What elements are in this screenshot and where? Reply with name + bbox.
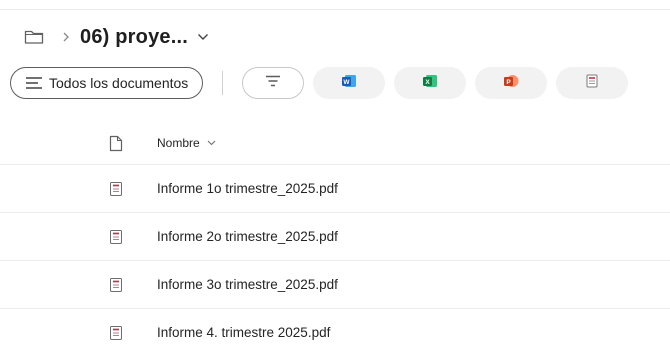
column-header-name[interactable]: Nombre [157,136,216,150]
list-item[interactable]: Informe 3o trimestre_2025.pdf [0,260,670,308]
pdf-filter-chip[interactable] [556,67,629,99]
powerpoint-filter-chip[interactable]: P [475,67,548,99]
filter-lines-icon [264,74,282,92]
chevron-down-icon [207,139,216,148]
menu-lines-icon [25,76,43,90]
toolbar-divider [222,71,224,95]
pdf-icon [586,74,598,93]
file-name[interactable]: Informe 3o trimestre_2025.pdf [157,277,338,292]
pdf-file-icon [106,227,126,247]
toolbar: Todos los documentos W X P [10,67,629,99]
file-list: Nombre Informe 1o trimestre_2025.pdf Inf… [0,122,670,349]
pdf-file-icon [106,275,126,295]
pdf-file-icon [106,323,126,343]
excel-filter-chip[interactable]: X [394,67,467,99]
file-type-header-icon[interactable] [106,133,126,153]
column-header-label: Nombre [157,136,200,150]
top-divider [0,9,670,10]
filter-button[interactable] [242,67,305,99]
list-item[interactable]: Informe 2o trimestre_2025.pdf [0,212,670,260]
breadcrumb-current-folder[interactable]: 06) proye... [80,26,188,49]
list-item[interactable]: Informe 4. trimestre 2025.pdf [0,308,670,349]
view-selector-button[interactable]: Todos los documentos [10,67,204,99]
word-filter-chip[interactable]: W [313,67,386,99]
list-item[interactable]: Informe 1o trimestre_2025.pdf [0,164,670,212]
breadcrumb-separator-icon [60,25,72,49]
svg-text:P: P [507,79,512,86]
excel-icon: X [422,74,438,93]
breadcrumb: 06) proye... [22,22,210,52]
svg-text:W: W [344,79,351,86]
powerpoint-icon: P [503,74,519,93]
file-name[interactable]: Informe 4. trimestre 2025.pdf [157,325,330,340]
file-name[interactable]: Informe 1o trimestre_2025.pdf [157,181,338,196]
file-name[interactable]: Informe 2o trimestre_2025.pdf [157,229,338,244]
folder-icon[interactable] [22,25,46,49]
view-selector-label: Todos los documentos [49,75,189,91]
chevron-down-icon[interactable] [196,30,210,44]
svg-text:X: X [426,79,431,86]
list-header-row: Nombre [0,122,670,164]
pdf-file-icon [106,179,126,199]
word-icon: W [341,74,357,93]
